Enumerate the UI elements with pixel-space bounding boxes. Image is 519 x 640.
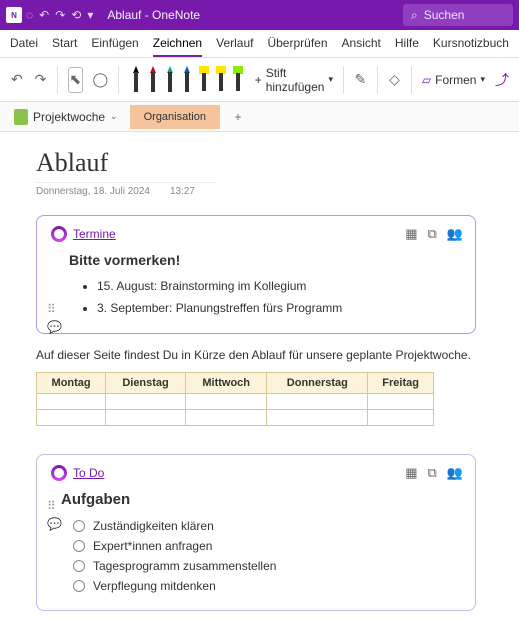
tab-history[interactable]: Verlauf	[216, 36, 253, 57]
loop-actions: ▦ ⧉ 👥	[405, 226, 463, 242]
ink-to-text-button[interactable]: ✎	[354, 67, 368, 93]
save-icon[interactable]: ◌	[26, 8, 33, 22]
page-time: 13:27	[170, 186, 195, 197]
tab-insert[interactable]: Einfügen	[91, 36, 138, 57]
redo-button[interactable]: ↷	[34, 67, 48, 93]
checkbox-icon[interactable]	[73, 540, 85, 552]
task-list[interactable]: Zuständigkeiten klären Expert*innen anfr…	[61, 516, 461, 596]
add-pen-button[interactable]: + Stift hinzufügen ▾	[255, 66, 333, 94]
select-tool[interactable]: ⬉	[68, 67, 83, 93]
plus-icon: +	[255, 73, 262, 87]
pen-gallery	[129, 66, 245, 94]
chevron-down-icon: ▾	[328, 74, 333, 85]
table-row[interactable]	[37, 394, 434, 410]
task-item[interactable]: Expert*innen anfragen	[73, 536, 461, 556]
task-item[interactable]: Tagesprogramm zusammenstellen	[73, 556, 461, 576]
pen-blue[interactable]	[180, 66, 194, 94]
shapes-icon: ▱	[422, 73, 431, 87]
titlebar: N ◌ ↶ ↷ ⟲ ▾ Ablauf - OneNote ⌕ Suchen	[0, 0, 519, 30]
loop-component-todo[interactable]: To Do ▦ ⧉ 👥 ⠿ 💬 Aufgaben Zuständigkeiten…	[36, 454, 476, 611]
shapes-button[interactable]: ▱ Formen ▾	[422, 73, 485, 87]
tab-home[interactable]: Start	[52, 36, 77, 57]
tab-draw[interactable]: Zeichnen	[153, 36, 202, 57]
notebook-dropdown[interactable]: Projektwoche ⌄	[8, 106, 124, 128]
col-freitag[interactable]: Freitag	[368, 373, 434, 394]
loop-icon	[51, 226, 67, 242]
lasso-tool[interactable]: ◯	[93, 67, 109, 93]
search-box[interactable]: ⌕ Suchen	[403, 4, 513, 26]
list-item[interactable]: 15. August: Brainstorming im Kollegium	[97, 276, 461, 298]
col-montag[interactable]: Montag	[37, 373, 106, 394]
tab-class-notebook[interactable]: Kursnotizbuch	[433, 36, 509, 57]
highlighter-yellow[interactable]	[197, 66, 211, 92]
ribbon-draw: ↶ ↷ ⬉ ◯ + Stift hinzufügen ▾ ✎ ◇ ▱ Forme…	[0, 58, 519, 102]
grid-view-icon[interactable]: ▦	[405, 465, 417, 481]
chevron-down-icon: ▾	[480, 74, 485, 85]
page-date: Donnerstag, 18. Juli 2024	[36, 186, 150, 197]
search-icon: ⌕	[411, 8, 418, 23]
page-meta: Donnerstag, 18. Juli 2024 13:27	[36, 182, 216, 197]
tab-file[interactable]: Datei	[10, 36, 38, 57]
tab-view[interactable]: Ansicht	[342, 36, 381, 57]
undo-button[interactable]: ↶	[10, 67, 24, 93]
checkbox-icon[interactable]	[73, 560, 85, 572]
highlighter-green[interactable]	[231, 66, 245, 92]
app-icon: N	[6, 7, 22, 23]
qat-dropdown-icon[interactable]: ▾	[87, 8, 93, 22]
pen-black[interactable]	[129, 66, 143, 94]
list-item[interactable]: 3. September: Planungstreffen fürs Progr…	[97, 298, 461, 320]
notebook-icon	[14, 109, 28, 125]
col-mittwoch[interactable]: Mittwoch	[185, 373, 266, 394]
section-tab-organisation[interactable]: Organisation	[130, 105, 220, 129]
tab-help[interactable]: Hilfe	[395, 36, 419, 57]
table-header-row: Montag Dienstag Mittwoch Donnerstag Frei…	[37, 373, 434, 394]
share-icon[interactable]: 👥	[447, 465, 463, 481]
section-bar: Projektwoche ⌄ Organisation +	[0, 102, 519, 132]
highlighter-yellow-2[interactable]	[214, 66, 228, 92]
loop-title-link[interactable]: Termine	[73, 227, 116, 241]
redo-icon[interactable]: ↷	[55, 8, 65, 22]
loop-actions: ▦ ⧉ 👥	[405, 465, 463, 481]
loop-title-link[interactable]: To Do	[73, 466, 104, 480]
loop-component-termine[interactable]: Termine ▦ ⧉ 👥 ⠿ 💬 Bitte vormerken! 15. A…	[36, 215, 476, 334]
sync-icon[interactable]: ⟲	[71, 8, 81, 22]
termine-list[interactable]: 15. August: Brainstorming im Kollegium 3…	[69, 276, 461, 319]
search-placeholder: Suchen	[424, 8, 465, 22]
col-dienstag[interactable]: Dienstag	[106, 373, 186, 394]
termine-heading[interactable]: Bitte vormerken!	[69, 252, 461, 268]
task-item[interactable]: Verpflegung mitdenken	[73, 576, 461, 596]
ribbon-tabs: Datei Start Einfügen Zeichnen Verlauf Üb…	[0, 30, 519, 58]
col-donnerstag[interactable]: Donnerstag	[267, 373, 368, 394]
loop-icon	[51, 465, 67, 481]
comment-icon[interactable]: 💬	[47, 320, 62, 334]
add-section-button[interactable]: +	[226, 105, 250, 129]
tab-review[interactable]: Überprüfen	[267, 36, 327, 57]
grid-view-icon[interactable]: ▦	[405, 226, 417, 242]
todo-heading[interactable]: Aufgaben	[61, 491, 461, 508]
page-title[interactable]: Ablauf	[36, 148, 519, 178]
page-canvas[interactable]: Ablauf Donnerstag, 18. Juli 2024 13:27 T…	[0, 132, 519, 638]
ink-to-math-button[interactable]: ⤴	[495, 67, 509, 93]
copy-icon[interactable]: ⧉	[428, 226, 437, 242]
pen-teal[interactable]	[163, 66, 177, 94]
task-item[interactable]: Zuständigkeiten klären	[73, 516, 461, 536]
undo-icon[interactable]: ↶	[39, 8, 49, 22]
pen-red[interactable]	[146, 66, 160, 94]
eraser-button[interactable]: ◇	[388, 67, 402, 93]
share-icon[interactable]: 👥	[447, 226, 463, 242]
window-title: Ablauf - OneNote	[107, 8, 200, 22]
quick-access-toolbar: ◌ ↶ ↷ ⟲ ▾	[26, 8, 93, 22]
schedule-table[interactable]: Montag Dienstag Mittwoch Donnerstag Frei…	[36, 372, 434, 426]
copy-icon[interactable]: ⧉	[428, 465, 437, 481]
checkbox-icon[interactable]	[73, 580, 85, 592]
checkbox-icon[interactable]	[73, 520, 85, 532]
table-row[interactable]	[37, 410, 434, 426]
intro-text[interactable]: Auf dieser Seite findest Du in Kürze den…	[36, 348, 519, 362]
chevron-down-icon: ⌄	[110, 111, 118, 122]
